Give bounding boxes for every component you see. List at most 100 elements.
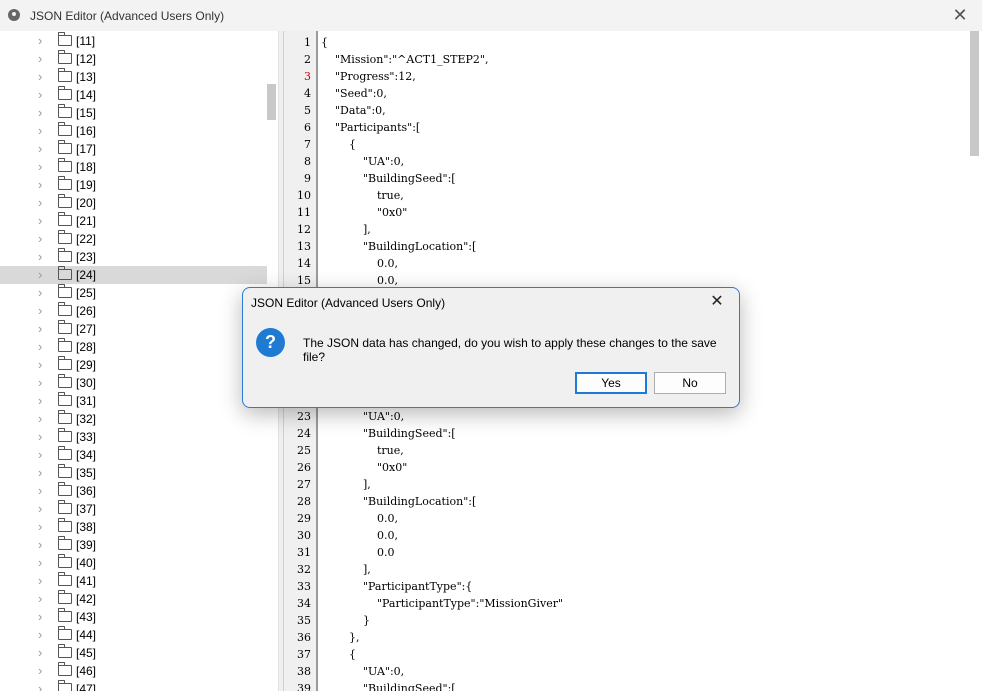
- tree-item[interactable]: › [46]: [0, 662, 267, 680]
- chevron-right-icon[interactable]: ›: [38, 160, 42, 174]
- chevron-right-icon[interactable]: ›: [38, 52, 42, 66]
- code-line[interactable]: 0.0: [321, 546, 395, 559]
- code-line[interactable]: "Mission":"^ACT1_STEP2",: [321, 53, 488, 66]
- no-button[interactable]: No: [654, 372, 726, 394]
- code-line[interactable]: true,: [321, 189, 404, 202]
- tree-item[interactable]: › [41]: [0, 572, 267, 590]
- tree-item[interactable]: › [27]: [0, 320, 267, 338]
- code-line[interactable]: }: [321, 614, 370, 627]
- yes-button[interactable]: Yes: [575, 372, 647, 394]
- tree-item[interactable]: › [43]: [0, 608, 267, 626]
- tree-item[interactable]: › [28]: [0, 338, 267, 356]
- tree-item[interactable]: › [19]: [0, 176, 267, 194]
- tree-item[interactable]: › [32]: [0, 410, 267, 428]
- code-line[interactable]: ],: [321, 563, 371, 576]
- tree-item[interactable]: › [17]: [0, 140, 267, 158]
- tree-item[interactable]: › [44]: [0, 626, 267, 644]
- code-line[interactable]: "BuildingLocation":[: [321, 240, 476, 253]
- tree-item[interactable]: › [22]: [0, 230, 267, 248]
- tree-item[interactable]: › [24]: [0, 266, 267, 284]
- window-close-button[interactable]: ✕: [945, 1, 975, 29]
- chevron-right-icon[interactable]: ›: [38, 70, 42, 84]
- code-line[interactable]: "Seed":0,: [321, 87, 387, 100]
- code-line[interactable]: ],: [321, 478, 371, 491]
- code-line[interactable]: 0.0,: [321, 529, 398, 542]
- chevron-right-icon[interactable]: ›: [38, 412, 42, 426]
- tree-item[interactable]: › [29]: [0, 356, 267, 374]
- code-line[interactable]: 0.0,: [321, 274, 398, 287]
- tree-item[interactable]: › [36]: [0, 482, 267, 500]
- tree-item[interactable]: › [23]: [0, 248, 267, 266]
- tree-item[interactable]: › [33]: [0, 428, 267, 446]
- tree-item[interactable]: › [14]: [0, 86, 267, 104]
- code-line[interactable]: true,: [321, 444, 404, 457]
- chevron-right-icon[interactable]: ›: [38, 664, 42, 678]
- code-line[interactable]: "ParticipantType":{: [321, 580, 472, 593]
- chevron-right-icon[interactable]: ›: [38, 196, 42, 210]
- chevron-right-icon[interactable]: ›: [38, 556, 42, 570]
- chevron-right-icon[interactable]: ›: [38, 88, 42, 102]
- code-line[interactable]: },: [321, 631, 360, 644]
- code-line[interactable]: {: [321, 36, 328, 49]
- tree-item[interactable]: › [31]: [0, 392, 267, 410]
- code-line[interactable]: "0x0": [321, 206, 407, 219]
- tree-item[interactable]: › [34]: [0, 446, 267, 464]
- tree-item[interactable]: › [45]: [0, 644, 267, 662]
- chevron-right-icon[interactable]: ›: [38, 538, 42, 552]
- tree-view[interactable]: › [11] › [12] › [13] › [14] › [15] › [16] › [17] › [18]…: [0, 31, 279, 691]
- code-line[interactable]: "UA":0,: [321, 410, 404, 423]
- tree-item[interactable]: › [26]: [0, 302, 267, 320]
- chevron-right-icon[interactable]: ›: [38, 322, 42, 336]
- chevron-right-icon[interactable]: ›: [38, 358, 42, 372]
- tree-item[interactable]: › [39]: [0, 536, 267, 554]
- chevron-right-icon[interactable]: ›: [38, 376, 42, 390]
- tree-item[interactable]: › [25]: [0, 284, 267, 302]
- tree-item[interactable]: › [13]: [0, 68, 267, 86]
- tree-item[interactable]: › [18]: [0, 158, 267, 176]
- chevron-right-icon[interactable]: ›: [38, 250, 42, 264]
- code-line[interactable]: "BuildingSeed":[: [321, 172, 456, 185]
- chevron-right-icon[interactable]: ›: [38, 430, 42, 444]
- tree-item[interactable]: › [20]: [0, 194, 267, 212]
- tree-item[interactable]: › [40]: [0, 554, 267, 572]
- code-line[interactable]: "ParticipantType":"MissionGiver": [321, 597, 563, 610]
- chevron-right-icon[interactable]: ›: [38, 484, 42, 498]
- chevron-right-icon[interactable]: ›: [38, 520, 42, 534]
- code-line[interactable]: {: [321, 138, 356, 151]
- chevron-right-icon[interactable]: ›: [38, 340, 42, 354]
- code-line[interactable]: "BuildingSeed":[: [321, 427, 456, 440]
- tree-item[interactable]: › [11]: [0, 32, 267, 50]
- tree-item[interactable]: › [38]: [0, 518, 267, 536]
- code-line[interactable]: ],: [321, 223, 371, 236]
- code-line[interactable]: "0x0": [321, 461, 407, 474]
- tree-item[interactable]: › [30]: [0, 374, 267, 392]
- chevron-right-icon[interactable]: ›: [38, 682, 42, 691]
- editor-scrollbar-thumb[interactable]: [970, 31, 979, 156]
- chevron-right-icon[interactable]: ›: [38, 394, 42, 408]
- tree-item[interactable]: › [35]: [0, 464, 267, 482]
- chevron-right-icon[interactable]: ›: [38, 502, 42, 516]
- tree-scrollbar-thumb[interactable]: [267, 84, 276, 120]
- code-line[interactable]: "BuildingSeed":[: [321, 682, 456, 691]
- dialog-close-button[interactable]: ✕: [705, 291, 729, 313]
- chevron-right-icon[interactable]: ›: [38, 214, 42, 228]
- chevron-right-icon[interactable]: ›: [38, 466, 42, 480]
- code-line[interactable]: 0.0,: [321, 257, 398, 270]
- chevron-right-icon[interactable]: ›: [38, 268, 42, 282]
- chevron-right-icon[interactable]: ›: [38, 610, 42, 624]
- chevron-right-icon[interactable]: ›: [38, 592, 42, 606]
- tree-item[interactable]: › [42]: [0, 590, 267, 608]
- chevron-right-icon[interactable]: ›: [38, 448, 42, 462]
- chevron-right-icon[interactable]: ›: [38, 628, 42, 642]
- tree-item[interactable]: › [16]: [0, 122, 267, 140]
- tree-item[interactable]: › [15]: [0, 104, 267, 122]
- tree-item[interactable]: › [37]: [0, 500, 267, 518]
- tree-item[interactable]: › [21]: [0, 212, 267, 230]
- code-line[interactable]: "Data":0,: [321, 104, 386, 117]
- chevron-right-icon[interactable]: ›: [38, 142, 42, 156]
- code-line[interactable]: "Participants":[: [321, 121, 420, 134]
- chevron-right-icon[interactable]: ›: [38, 286, 42, 300]
- chevron-right-icon[interactable]: ›: [38, 646, 42, 660]
- chevron-right-icon[interactable]: ›: [38, 304, 42, 318]
- code-line[interactable]: "UA":0,: [321, 155, 404, 168]
